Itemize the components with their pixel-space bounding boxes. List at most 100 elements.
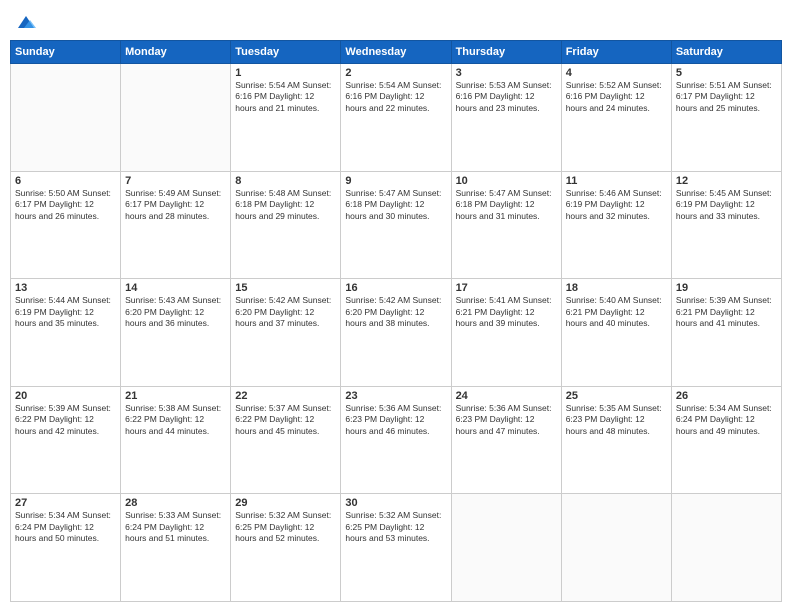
calendar-header: SundayMondayTuesdayWednesdayThursdayFrid… — [11, 41, 782, 64]
day-info: Sunrise: 5:33 AM Sunset: 6:24 PM Dayligh… — [125, 510, 226, 544]
day-number: 13 — [15, 282, 116, 294]
day-cell — [561, 494, 671, 602]
day-info: Sunrise: 5:50 AM Sunset: 6:17 PM Dayligh… — [15, 188, 116, 222]
day-cell: 15Sunrise: 5:42 AM Sunset: 6:20 PM Dayli… — [231, 279, 341, 387]
day-cell: 25Sunrise: 5:35 AM Sunset: 6:23 PM Dayli… — [561, 386, 671, 494]
day-cell: 27Sunrise: 5:34 AM Sunset: 6:24 PM Dayli… — [11, 494, 121, 602]
day-number: 10 — [456, 175, 557, 187]
day-info: Sunrise: 5:53 AM Sunset: 6:16 PM Dayligh… — [456, 80, 557, 114]
calendar-body: 1Sunrise: 5:54 AM Sunset: 6:16 PM Daylig… — [11, 64, 782, 602]
day-number: 21 — [125, 390, 226, 402]
day-number: 22 — [235, 390, 336, 402]
day-info: Sunrise: 5:47 AM Sunset: 6:18 PM Dayligh… — [345, 188, 446, 222]
day-header-friday: Friday — [561, 41, 671, 64]
day-number: 19 — [676, 282, 777, 294]
day-cell: 1Sunrise: 5:54 AM Sunset: 6:16 PM Daylig… — [231, 64, 341, 172]
calendar-table: SundayMondayTuesdayWednesdayThursdayFrid… — [10, 40, 782, 602]
day-cell: 2Sunrise: 5:54 AM Sunset: 6:16 PM Daylig… — [341, 64, 451, 172]
day-cell: 13Sunrise: 5:44 AM Sunset: 6:19 PM Dayli… — [11, 279, 121, 387]
day-number: 15 — [235, 282, 336, 294]
day-cell: 16Sunrise: 5:42 AM Sunset: 6:20 PM Dayli… — [341, 279, 451, 387]
day-cell: 30Sunrise: 5:32 AM Sunset: 6:25 PM Dayli… — [341, 494, 451, 602]
day-cell: 26Sunrise: 5:34 AM Sunset: 6:24 PM Dayli… — [671, 386, 781, 494]
day-number: 14 — [125, 282, 226, 294]
day-cell: 28Sunrise: 5:33 AM Sunset: 6:24 PM Dayli… — [121, 494, 231, 602]
day-info: Sunrise: 5:42 AM Sunset: 6:20 PM Dayligh… — [345, 295, 446, 329]
day-number: 12 — [676, 175, 777, 187]
day-number: 4 — [566, 67, 667, 79]
day-cell — [11, 64, 121, 172]
day-info: Sunrise: 5:42 AM Sunset: 6:20 PM Dayligh… — [235, 295, 336, 329]
day-info: Sunrise: 5:46 AM Sunset: 6:19 PM Dayligh… — [566, 188, 667, 222]
day-cell: 19Sunrise: 5:39 AM Sunset: 6:21 PM Dayli… — [671, 279, 781, 387]
day-cell: 24Sunrise: 5:36 AM Sunset: 6:23 PM Dayli… — [451, 386, 561, 494]
day-cell — [451, 494, 561, 602]
week-row-2: 6Sunrise: 5:50 AM Sunset: 6:17 PM Daylig… — [11, 171, 782, 279]
day-cell: 4Sunrise: 5:52 AM Sunset: 6:16 PM Daylig… — [561, 64, 671, 172]
day-info: Sunrise: 5:52 AM Sunset: 6:16 PM Dayligh… — [566, 80, 667, 114]
day-info: Sunrise: 5:47 AM Sunset: 6:18 PM Dayligh… — [456, 188, 557, 222]
day-cell: 21Sunrise: 5:38 AM Sunset: 6:22 PM Dayli… — [121, 386, 231, 494]
day-cell: 22Sunrise: 5:37 AM Sunset: 6:22 PM Dayli… — [231, 386, 341, 494]
day-number: 29 — [235, 497, 336, 509]
day-number: 23 — [345, 390, 446, 402]
day-cell: 9Sunrise: 5:47 AM Sunset: 6:18 PM Daylig… — [341, 171, 451, 279]
day-number: 7 — [125, 175, 226, 187]
logo — [10, 10, 38, 34]
day-info: Sunrise: 5:39 AM Sunset: 6:22 PM Dayligh… — [15, 403, 116, 437]
day-number: 2 — [345, 67, 446, 79]
week-row-3: 13Sunrise: 5:44 AM Sunset: 6:19 PM Dayli… — [11, 279, 782, 387]
day-info: Sunrise: 5:44 AM Sunset: 6:19 PM Dayligh… — [15, 295, 116, 329]
day-info: Sunrise: 5:34 AM Sunset: 6:24 PM Dayligh… — [15, 510, 116, 544]
day-info: Sunrise: 5:40 AM Sunset: 6:21 PM Dayligh… — [566, 295, 667, 329]
day-info: Sunrise: 5:32 AM Sunset: 6:25 PM Dayligh… — [345, 510, 446, 544]
day-number: 26 — [676, 390, 777, 402]
day-number: 5 — [676, 67, 777, 79]
day-number: 27 — [15, 497, 116, 509]
header — [10, 10, 782, 34]
day-info: Sunrise: 5:49 AM Sunset: 6:17 PM Dayligh… — [125, 188, 226, 222]
day-number: 17 — [456, 282, 557, 294]
day-number: 8 — [235, 175, 336, 187]
day-number: 20 — [15, 390, 116, 402]
day-info: Sunrise: 5:43 AM Sunset: 6:20 PM Dayligh… — [125, 295, 226, 329]
day-cell: 10Sunrise: 5:47 AM Sunset: 6:18 PM Dayli… — [451, 171, 561, 279]
day-info: Sunrise: 5:51 AM Sunset: 6:17 PM Dayligh… — [676, 80, 777, 114]
day-number: 18 — [566, 282, 667, 294]
day-header-thursday: Thursday — [451, 41, 561, 64]
day-cell: 5Sunrise: 5:51 AM Sunset: 6:17 PM Daylig… — [671, 64, 781, 172]
day-cell: 8Sunrise: 5:48 AM Sunset: 6:18 PM Daylig… — [231, 171, 341, 279]
day-cell: 17Sunrise: 5:41 AM Sunset: 6:21 PM Dayli… — [451, 279, 561, 387]
day-number: 25 — [566, 390, 667, 402]
day-number: 11 — [566, 175, 667, 187]
day-info: Sunrise: 5:37 AM Sunset: 6:22 PM Dayligh… — [235, 403, 336, 437]
day-cell: 6Sunrise: 5:50 AM Sunset: 6:17 PM Daylig… — [11, 171, 121, 279]
day-cell: 23Sunrise: 5:36 AM Sunset: 6:23 PM Dayli… — [341, 386, 451, 494]
day-info: Sunrise: 5:38 AM Sunset: 6:22 PM Dayligh… — [125, 403, 226, 437]
day-info: Sunrise: 5:36 AM Sunset: 6:23 PM Dayligh… — [345, 403, 446, 437]
day-cell: 3Sunrise: 5:53 AM Sunset: 6:16 PM Daylig… — [451, 64, 561, 172]
day-number: 16 — [345, 282, 446, 294]
day-cell: 14Sunrise: 5:43 AM Sunset: 6:20 PM Dayli… — [121, 279, 231, 387]
day-cell: 7Sunrise: 5:49 AM Sunset: 6:17 PM Daylig… — [121, 171, 231, 279]
day-info: Sunrise: 5:48 AM Sunset: 6:18 PM Dayligh… — [235, 188, 336, 222]
week-row-4: 20Sunrise: 5:39 AM Sunset: 6:22 PM Dayli… — [11, 386, 782, 494]
day-header-monday: Monday — [121, 41, 231, 64]
logo-icon — [14, 10, 38, 34]
day-info: Sunrise: 5:34 AM Sunset: 6:24 PM Dayligh… — [676, 403, 777, 437]
day-cell — [671, 494, 781, 602]
week-row-1: 1Sunrise: 5:54 AM Sunset: 6:16 PM Daylig… — [11, 64, 782, 172]
day-cell: 12Sunrise: 5:45 AM Sunset: 6:19 PM Dayli… — [671, 171, 781, 279]
day-number: 3 — [456, 67, 557, 79]
day-number: 6 — [15, 175, 116, 187]
day-header-sunday: Sunday — [11, 41, 121, 64]
day-number: 28 — [125, 497, 226, 509]
day-cell: 20Sunrise: 5:39 AM Sunset: 6:22 PM Dayli… — [11, 386, 121, 494]
day-number: 9 — [345, 175, 446, 187]
day-info: Sunrise: 5:39 AM Sunset: 6:21 PM Dayligh… — [676, 295, 777, 329]
week-row-5: 27Sunrise: 5:34 AM Sunset: 6:24 PM Dayli… — [11, 494, 782, 602]
header-row: SundayMondayTuesdayWednesdayThursdayFrid… — [11, 41, 782, 64]
day-info: Sunrise: 5:54 AM Sunset: 6:16 PM Dayligh… — [235, 80, 336, 114]
day-cell: 18Sunrise: 5:40 AM Sunset: 6:21 PM Dayli… — [561, 279, 671, 387]
day-number: 1 — [235, 67, 336, 79]
